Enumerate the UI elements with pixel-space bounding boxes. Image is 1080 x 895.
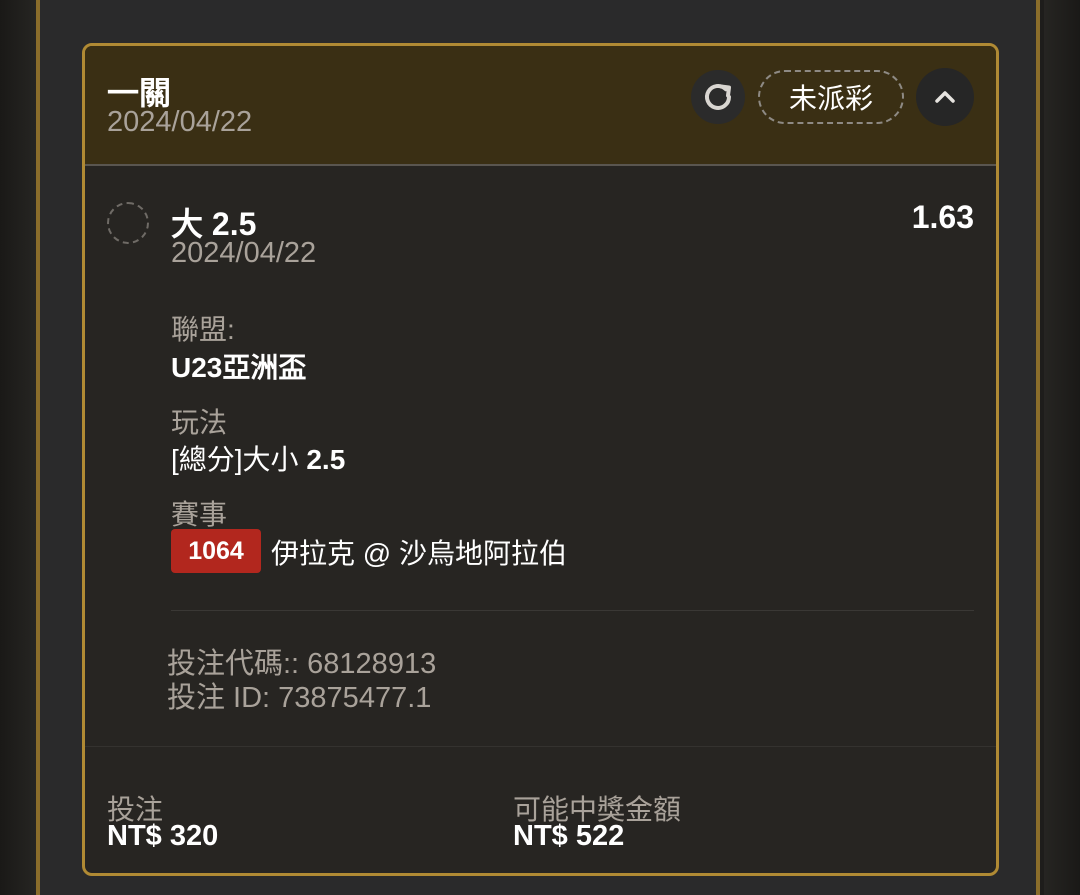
bet-slip-card: 一關 2024/04/22 未派彩 大 2.5 1.63 2024/04/22 … (82, 43, 999, 876)
settlement-status-badge: 未派彩 (758, 70, 904, 124)
bet-date: 2024/04/22 (107, 106, 253, 138)
selection-odds: 1.63 (911, 199, 974, 235)
selection-date: 2024/04/22 (171, 237, 317, 269)
event-teams: 伊拉克 @ 沙烏地阿拉伯 (271, 538, 567, 569)
selection-radio[interactable] (107, 202, 149, 244)
market-value: [總分]大小 2.5 (171, 438, 345, 478)
card-header: 一關 2024/04/22 未派彩 (85, 46, 996, 166)
event-label: 賽事 (171, 499, 228, 530)
collapse-button[interactable] (916, 68, 974, 126)
market-label: 玩法 (171, 407, 228, 438)
league-label: 聯盟: (171, 314, 235, 345)
divider (171, 610, 974, 611)
chevron-up-icon (935, 91, 955, 103)
left-edge (0, 0, 36, 895)
refresh-icon (705, 83, 731, 110)
market-line: 2.5 (306, 444, 346, 475)
right-edge (1044, 0, 1080, 895)
refresh-button[interactable] (691, 70, 745, 124)
payout-value: NT$ 522 (513, 820, 625, 852)
footer-divider (85, 746, 996, 747)
event-id-badge: 1064 (171, 529, 261, 573)
market-value-text: [總分]大小 (171, 444, 307, 475)
stake-value: NT$ 320 (107, 820, 219, 852)
league-value: U23亞洲盃 (171, 352, 307, 383)
bet-id: 投注 ID: 73875477.1 (167, 682, 432, 714)
